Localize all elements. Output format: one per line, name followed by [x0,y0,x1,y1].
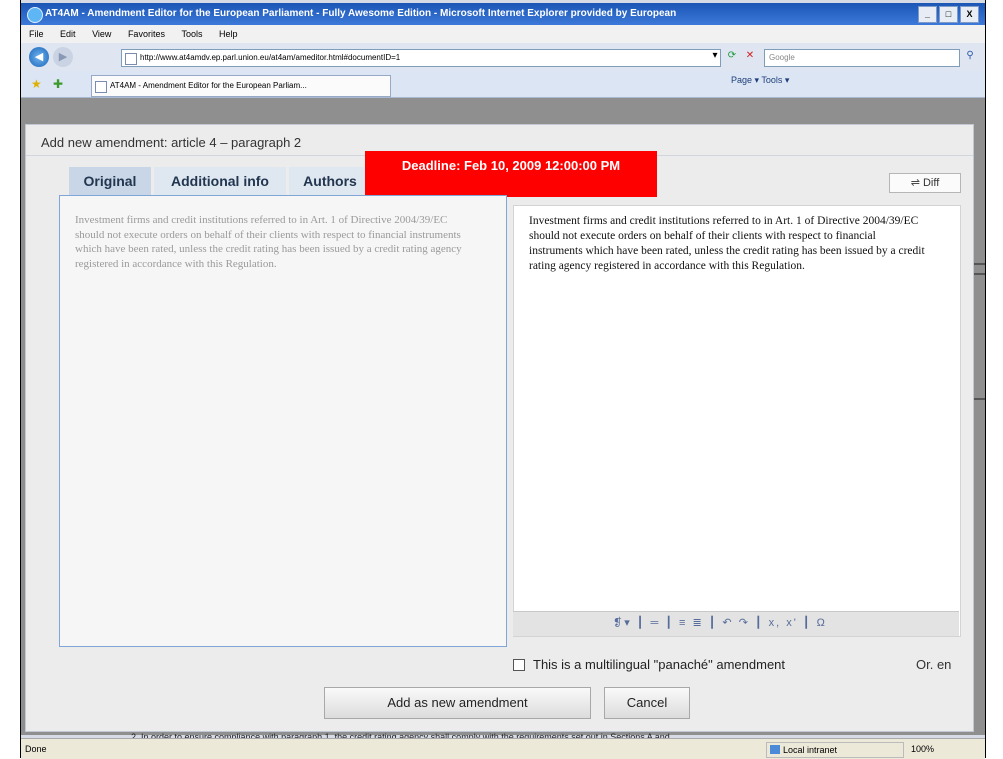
status-text: Done [25,744,47,754]
ie-icon [27,7,43,23]
amendment-editor[interactable]: Investment firms and credit institutions… [513,205,961,637]
diff-button[interactable]: ⇌ Diff [889,173,961,193]
menu-tools[interactable]: Tools [181,29,202,39]
diff-label: Diff [922,177,940,189]
menu-view[interactable]: View [92,29,111,39]
maximize-button[interactable]: □ [939,6,958,23]
page-favicon-icon [125,53,137,65]
original-language: Or. en [916,657,952,672]
minimize-button[interactable]: _ [918,6,937,23]
menu-edit[interactable]: Edit [60,29,76,39]
cancel-button[interactable]: Cancel [604,687,690,719]
panache-checkbox[interactable] [513,658,525,671]
favorites-star-icon[interactable]: ★ [31,77,42,91]
intranet-icon [770,745,780,754]
security-zone[interactable]: Local intranet [766,742,904,758]
dialog-title: Add new amendment: article 4 – paragraph… [41,135,302,150]
add-amendment-dialog: Add new amendment: article 4 – paragraph… [25,124,974,732]
original-text: Investment firms and credit institutions… [75,214,462,270]
close-button[interactable]: X [960,6,979,23]
stop-icon[interactable]: ✕ [743,49,757,63]
menu-bar: File Edit View Favorites Tools Help [21,25,985,43]
menu-favorites[interactable]: Favorites [128,29,165,39]
window-title: AT4AM - Amendment Editor for the Europea… [45,8,677,19]
amendment-text[interactable]: Investment firms and credit institutions… [529,214,929,274]
forward-icon[interactable]: ▶ [53,47,73,67]
dropdown-arrow-icon[interactable]: ▾ [708,49,722,63]
refresh-icon[interactable]: ⟳ [725,49,739,63]
add-favorite-icon[interactable]: ✚ [53,77,63,91]
search-input[interactable]: Google [764,49,960,67]
original-text-pane: Investment firms and credit institutions… [59,195,507,647]
address-bar: ◀ ▶ http://www.at4amdv.ep.parl.union.eu/… [21,43,985,71]
tab-original[interactable]: Original [69,167,151,195]
url-field[interactable]: http://www.at4amdv.ep.parl.union.eu/at4a… [121,49,721,67]
tab-favicon-icon [95,81,107,93]
browser-tab[interactable]: AT4AM - Amendment Editor for the Europea… [91,75,391,97]
security-zone-label: Local intranet [783,745,838,755]
panache-label: This is a multilingual "panaché" amendme… [533,657,786,672]
back-icon[interactable]: ◀ [29,47,49,67]
search-placeholder: Google [769,53,795,62]
title-bar: AT4AM - Amendment Editor for the Europea… [21,3,985,25]
search-icon[interactable]: ⚲ [963,49,977,63]
panache-option[interactable]: This is a multilingual "panaché" amendme… [513,657,785,672]
url-text: http://www.at4amdv.ep.parl.union.eu/at4a… [140,53,401,62]
tab-additional-info[interactable]: Additional info [154,167,286,195]
menu-file[interactable]: File [29,29,44,39]
menu-help[interactable]: Help [219,29,238,39]
command-bar[interactable]: Page ▾ Tools ▾ [731,75,789,86]
browser-tab-label: AT4AM - Amendment Editor for the Europea… [110,81,307,90]
diff-icon: ⇌ [910,177,923,189]
zoom-level[interactable]: 100% [911,742,934,756]
deadline-banner: Deadline: Feb 10, 2009 12:00:00 PM [365,151,657,197]
editor-toolbar-icons[interactable]: ❡▾ ┃ ═ ┃ ≡ ≣ ┃ ↶ ↷ ┃ x, x' ┃ Ω [613,616,827,629]
editor-toolbar: ❡▾ ┃ ═ ┃ ≡ ≣ ┃ ↶ ↷ ┃ x, x' ┃ Ω [513,611,959,636]
browser-tab-bar: ★ ✚ AT4AM - Amendment Editor for the Eur… [21,71,985,98]
tab-authors[interactable]: Authors [289,167,371,195]
add-as-new-amendment-button[interactable]: Add as new amendment [324,687,591,719]
status-bar: Done Local intranet 100% [21,738,985,759]
